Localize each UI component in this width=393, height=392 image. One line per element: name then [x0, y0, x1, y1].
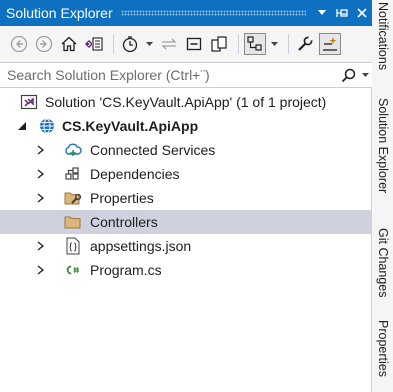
collapsed-arrow-icon[interactable]	[34, 264, 46, 276]
json-icon	[64, 237, 82, 255]
tree-item-controllers[interactable]: Controllers	[0, 210, 372, 234]
switch-views-button[interactable]	[83, 33, 105, 55]
tree-item-project[interactable]: CS.KeyVault.ApiApp	[0, 114, 372, 138]
collapsed-arrow-icon[interactable]	[34, 240, 46, 252]
back-button[interactable]	[8, 33, 30, 55]
chevron-down-icon	[361, 72, 369, 77]
solution-explorer-panel: Solution Explorer Search Solution Explor…	[0, 0, 372, 392]
toolbar-separator	[113, 34, 114, 54]
tree-item-label: appsettings.json	[90, 238, 192, 254]
tree-item-label: Dependencies	[90, 166, 180, 182]
collapsed-arrow-icon[interactable]	[34, 168, 46, 180]
tree-item-appsettings[interactable]: appsettings.json	[0, 234, 372, 258]
side-dock-tabs: Notifications Solution Explorer Git Chan…	[372, 0, 393, 392]
window-position-dropdown-button[interactable]	[312, 0, 332, 26]
solution-icon	[20, 93, 38, 111]
web-project-icon	[38, 117, 56, 135]
tree-item-label: Solution 'CS.KeyVault.ApiApp' (1 of 1 pr…	[45, 94, 327, 110]
tab-properties[interactable]: Properties	[373, 320, 393, 377]
show-all-files-icon	[211, 36, 227, 52]
tree-item-label: Connected Services	[90, 142, 216, 158]
tree-item-dependencies[interactable]: Dependencies	[0, 162, 372, 186]
close-button[interactable]	[352, 0, 372, 26]
switch-views-icon	[85, 37, 103, 51]
collapsed-arrow-icon[interactable]	[34, 192, 46, 204]
pending-changes-filter-button[interactable]	[119, 33, 141, 55]
dependencies-icon	[64, 165, 82, 183]
csharp-icon	[64, 261, 82, 279]
auto-hide-button[interactable]	[332, 0, 352, 26]
preview-dropdown[interactable]	[269, 33, 279, 55]
show-all-files-button[interactable]	[208, 33, 230, 55]
wrench-icon	[298, 36, 313, 51]
collapsed-arrow-icon[interactable]	[34, 144, 46, 156]
sync-with-active-document-button[interactable]	[158, 33, 180, 55]
drag-grip[interactable]	[120, 10, 306, 16]
toggle-view-button[interactable]	[319, 33, 341, 55]
chevron-down-icon	[318, 10, 326, 15]
toolbar-separator	[238, 34, 239, 54]
forward-button[interactable]	[33, 33, 55, 55]
tab-notifications[interactable]: Notifications	[373, 2, 393, 70]
clock-icon	[122, 36, 138, 53]
tree-item-solution[interactable]: Solution 'CS.KeyVault.ApiApp' (1 of 1 pr…	[0, 90, 372, 114]
wrench-folder-icon	[64, 189, 82, 207]
tree-view-icon	[247, 36, 262, 51]
home-icon	[61, 36, 77, 52]
pending-changes-dropdown[interactable]	[144, 33, 154, 55]
home-button[interactable]	[58, 33, 80, 55]
tree-item-connected-services[interactable]: Connected Services	[0, 138, 372, 162]
solution-tree: Solution 'CS.KeyVault.ApiApp' (1 of 1 pr…	[0, 90, 372, 282]
chevron-down-icon	[145, 41, 153, 46]
preview-selected-items-button[interactable]	[244, 33, 266, 55]
close-icon	[357, 8, 367, 18]
folder-icon	[64, 213, 82, 231]
properties-button[interactable]	[294, 33, 316, 55]
title-bar: Solution Explorer	[0, 0, 372, 26]
expanded-arrow-icon[interactable]	[16, 120, 28, 132]
tree-item-label: Properties	[90, 190, 154, 206]
sync-arrows-icon	[161, 38, 177, 50]
tree-item-label: Controllers	[90, 214, 158, 230]
tree-item-label: CS.KeyVault.ApiApp	[62, 118, 199, 134]
tree-item-properties[interactable]: Properties	[0, 186, 372, 210]
tab-git-changes[interactable]: Git Changes	[373, 228, 393, 297]
tree-item-label: Program.cs	[90, 262, 162, 278]
search-options-dropdown[interactable]	[358, 71, 372, 80]
tree-item-program-cs[interactable]: Program.cs	[0, 258, 372, 282]
search-bar	[0, 62, 372, 88]
panel-title: Solution Explorer	[6, 5, 113, 21]
toolbar-separator	[288, 34, 289, 54]
search-icon	[341, 68, 355, 82]
toolbar	[0, 26, 372, 62]
pin-icon	[335, 9, 348, 17]
search-button[interactable]	[338, 64, 358, 86]
forward-icon	[35, 35, 53, 53]
search-input[interactable]	[0, 64, 338, 86]
toggle-view-icon	[323, 37, 337, 51]
tab-solution-explorer[interactable]: Solution Explorer	[373, 98, 393, 193]
back-icon	[10, 35, 28, 53]
cloud-icon	[64, 141, 82, 159]
app-window: Solution Explorer Search Solution Explor…	[0, 0, 393, 392]
collapse-all-button[interactable]	[183, 33, 205, 55]
chevron-down-icon	[270, 41, 278, 46]
collapse-all-icon	[186, 37, 202, 51]
